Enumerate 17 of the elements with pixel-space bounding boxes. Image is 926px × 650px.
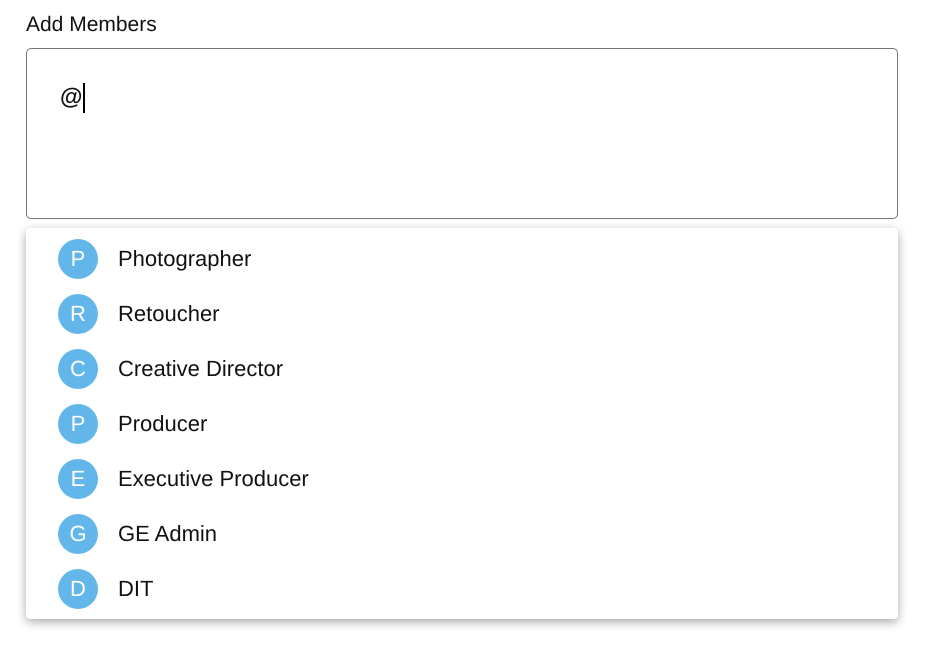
suggestion-item[interactable]: R Retoucher	[26, 286, 898, 341]
avatar-circle: R	[58, 294, 98, 334]
avatar-circle: P	[58, 404, 98, 444]
suggestion-item[interactable]: E Executive Producer	[26, 451, 898, 506]
avatar-circle: C	[58, 348, 98, 388]
field-label: Add Members	[26, 12, 158, 38]
avatar-circle: D	[58, 568, 98, 608]
suggestion-item[interactable]: C Creative Director	[26, 341, 898, 396]
suggestion-item[interactable]: D DIT	[26, 561, 898, 616]
text-cursor	[83, 83, 85, 113]
avatar-circle: G	[58, 514, 98, 554]
suggestion-item[interactable]: P Photographer	[26, 231, 898, 286]
avatar-circle: E	[58, 458, 98, 498]
avatar-circle: P	[58, 238, 98, 278]
suggestion-item[interactable]: P Producer	[26, 396, 898, 451]
suggestion-item[interactable]: G GE Admin	[26, 506, 898, 561]
members-input-field[interactable]: @	[26, 48, 898, 219]
